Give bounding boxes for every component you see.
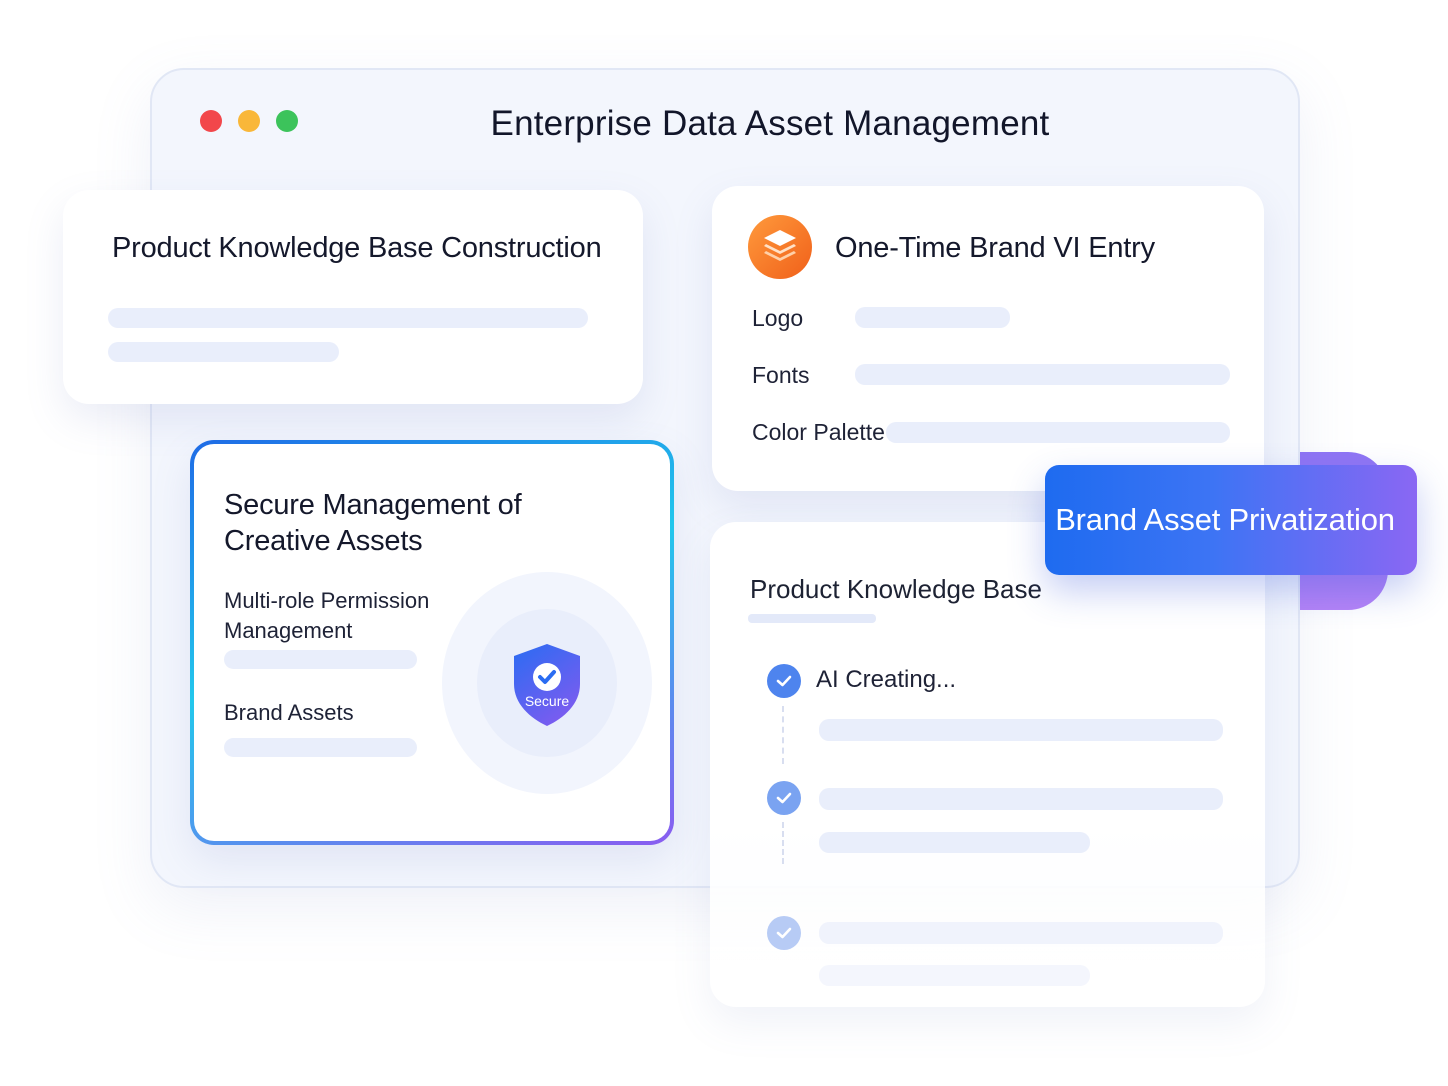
minimize-window-button[interactable] xyxy=(238,110,260,132)
permission-management-label: Multi-role Permission Management xyxy=(224,586,429,646)
badge-label: Brand Asset Privatization xyxy=(1055,502,1395,537)
placeholder-bar xyxy=(819,719,1223,741)
vi-row-label-fonts: Fonts xyxy=(752,362,810,388)
close-window-button[interactable] xyxy=(200,110,222,132)
ai-creating-status: AI Creating... xyxy=(816,666,957,693)
permission-label-line1: Multi-role Permission xyxy=(224,588,430,613)
fonts-input[interactable] xyxy=(855,364,1230,385)
step-connector xyxy=(782,706,784,764)
window-controls xyxy=(200,110,298,132)
check-circle-icon xyxy=(767,781,801,815)
layers-icon xyxy=(748,215,812,279)
vi-row-label-logo: Logo xyxy=(752,305,804,331)
placeholder-bar xyxy=(108,342,339,362)
window-title: Enterprise Data Asset Management xyxy=(490,104,1050,143)
brand-assets-label: Brand Assets xyxy=(224,700,354,725)
logo-input[interactable] xyxy=(855,307,1010,328)
check-circle-icon xyxy=(767,916,801,950)
secure-card-title-line2: Creative Assets xyxy=(224,525,423,557)
shield-secure-label: Secure xyxy=(524,693,570,709)
placeholder-bar xyxy=(108,308,588,328)
placeholder-bar xyxy=(819,832,1090,853)
maximize-window-button[interactable] xyxy=(276,110,298,132)
placeholder-bar xyxy=(224,738,417,757)
placeholder-bar xyxy=(819,965,1090,986)
product-knowledge-base-title: Product Knowledge Base xyxy=(750,574,1042,604)
placeholder-bar xyxy=(224,650,417,669)
knowledge-base-card-title: Product Knowledge Base Construction xyxy=(112,232,602,264)
step-connector xyxy=(782,822,784,864)
check-circle-icon xyxy=(767,664,801,698)
placeholder-bar xyxy=(819,922,1223,944)
color-palette-input[interactable] xyxy=(886,422,1230,443)
shield-check-icon xyxy=(508,640,586,730)
knowledge-base-construction-card[interactable] xyxy=(63,190,643,404)
placeholder-bar xyxy=(819,788,1223,810)
brand-vi-card-title: One-Time Brand VI Entry xyxy=(835,232,1155,264)
secure-card-title: Secure Management of Creative Assets xyxy=(224,487,522,559)
title-underline xyxy=(748,614,876,623)
vi-row-label-color-palette: Color Palette xyxy=(752,419,885,445)
secure-card-title-line1: Secure Management of xyxy=(224,489,522,521)
permission-label-line2: Management xyxy=(224,618,353,643)
